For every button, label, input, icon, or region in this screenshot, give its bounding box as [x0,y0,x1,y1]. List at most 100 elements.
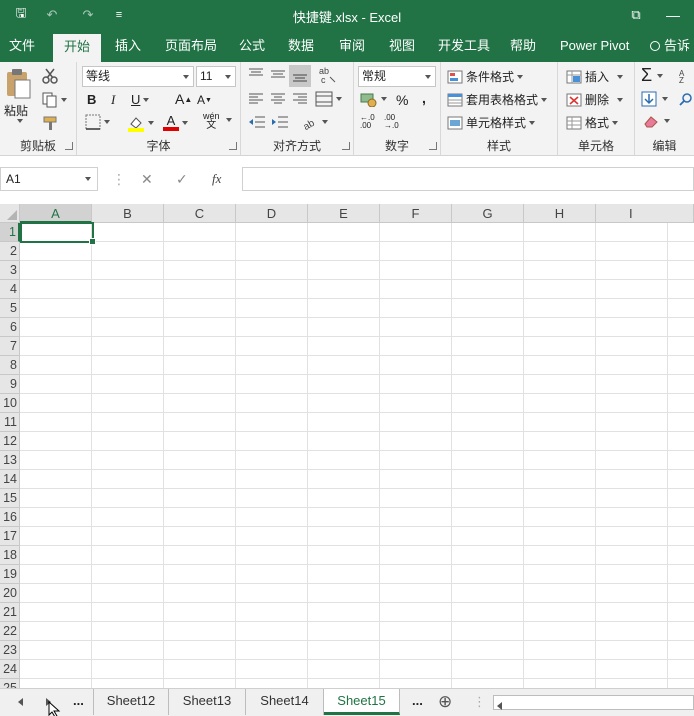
row-header[interactable]: 21 [0,603,20,622]
row-header[interactable]: 5 [0,299,20,318]
phonetic-button[interactable]: wén 文 [203,112,220,131]
more-sheets-right[interactable]: ... [412,693,423,708]
worksheet-grid[interactable]: A B C D E F G H I 1 2 3 4 5 6 7 8 9 10 1… [0,204,694,688]
clear-button[interactable] [643,114,670,128]
row-header[interactable]: 1 [0,223,20,242]
cut-icon[interactable] [42,68,58,84]
bold-button[interactable]: B [87,92,96,107]
fill-color-button[interactable] [127,114,154,132]
row-header[interactable]: 25 [0,679,20,688]
sheet-tab[interactable]: Sheet14 [246,689,324,715]
column-header-c[interactable]: C [164,204,236,223]
align-left-icon[interactable] [248,92,264,106]
column-header-f[interactable]: F [380,204,452,223]
row-header[interactable]: 22 [0,622,20,641]
tab-power-pivot[interactable]: Power Pivot [560,30,629,62]
align-center-icon[interactable] [270,92,286,106]
shrink-font-button[interactable]: A ▼ [197,93,212,107]
tab-help[interactable]: 帮助 [510,30,536,62]
cancel-entry-icon[interactable]: ✕ [141,171,153,188]
row-header[interactable]: 9 [0,375,20,394]
increase-decimal-button[interactable]: ←.0 .00 [360,114,382,130]
row-header[interactable]: 6 [0,318,20,337]
insert-cells-button[interactable]: 插入 [566,68,624,85]
row-header[interactable]: 11 [0,413,20,432]
clipboard-launcher[interactable] [65,142,73,150]
row-header[interactable]: 15 [0,489,20,508]
delete-cells-button[interactable]: 删除 [566,91,624,108]
row-header[interactable]: 23 [0,641,20,660]
row-header[interactable]: 10 [0,394,20,413]
row-header[interactable]: 13 [0,451,20,470]
number-launcher[interactable] [429,142,437,150]
format-cells-button[interactable]: 格式 [566,114,619,131]
add-sheet-icon[interactable]: ⊕ [438,692,452,712]
row-header[interactable]: 17 [0,527,20,546]
row-header[interactable]: 8 [0,356,20,375]
formula-input[interactable] [242,167,694,191]
orientation-icon[interactable]: ab c [317,65,337,85]
minimize-icon[interactable]: — [664,6,682,24]
row-header[interactable]: 4 [0,280,20,299]
align-right-icon[interactable] [292,92,308,106]
column-header-i[interactable]: I [596,204,694,223]
select-all-corner[interactable] [0,204,20,223]
font-size-combo[interactable]: 11 [196,66,236,87]
paste-label[interactable]: 粘贴 [4,102,28,119]
row-header[interactable]: 7 [0,337,20,356]
decrease-decimal-button[interactable]: .00 →.0 [384,114,406,130]
align-top-icon[interactable] [248,67,264,81]
sheet-tab-active[interactable]: Sheet15 [324,689,400,715]
font-name-combo[interactable]: 等线 [82,66,194,87]
column-header-a[interactable]: A [20,204,92,223]
increase-indent-icon[interactable] [271,115,289,129]
copy-icon[interactable] [42,92,67,108]
insert-function-icon[interactable]: fx [212,171,221,187]
row-header[interactable]: 18 [0,546,20,565]
paste-dropdown[interactable] [14,119,23,123]
confirm-entry-icon[interactable]: ✓ [176,171,188,188]
italic-button[interactable]: I [111,92,115,108]
row-header[interactable]: 16 [0,508,20,527]
column-header-b[interactable]: B [92,204,164,223]
phonetic-dropdown[interactable] [223,118,232,122]
grow-font-button[interactable]: A ▲ [175,91,192,107]
row-header[interactable]: 2 [0,242,20,261]
horizontal-scrollbar[interactable] [493,695,694,710]
decrease-indent-icon[interactable] [248,115,266,129]
cell-styles-button[interactable]: 单元格样式 [447,114,536,131]
ribbon-display-icon[interactable]: ⧉ [626,6,646,24]
tab-page-layout[interactable]: 页面布局 [165,30,217,62]
tab-formulas[interactable]: 公式 [239,30,265,62]
percent-button[interactable]: % [396,92,408,108]
row-header[interactable]: 12 [0,432,20,451]
cell-area[interactable] [20,223,694,688]
fill-button[interactable] [641,91,668,107]
tab-home[interactable]: 开始 [53,34,101,62]
format-painter-icon[interactable] [42,115,58,131]
alignment-launcher[interactable] [342,142,350,150]
borders-button[interactable] [85,114,110,130]
sheet-tab[interactable]: Sheet12 [93,689,169,715]
underline-button[interactable]: U [131,92,150,107]
format-as-table-button[interactable]: 套用表格格式 [447,91,548,108]
row-header[interactable]: 14 [0,470,20,489]
prev-sheet-icon[interactable] [18,698,24,706]
row-header[interactable]: 24 [0,660,20,679]
tab-view[interactable]: 视图 [389,30,415,62]
paste-button[interactable] [4,68,32,100]
font-launcher[interactable] [229,142,237,150]
merge-center-icon[interactable] [315,91,342,107]
active-cell-a1[interactable] [20,222,96,245]
column-header-h[interactable]: H [524,204,596,223]
tell-me-search[interactable]: 告诉 [650,30,690,62]
conditional-formatting-button[interactable]: 条件格式 [447,68,524,85]
autosum-button[interactable]: Σ [641,65,664,86]
tab-split-grip-icon[interactable]: ⋮ [473,694,486,710]
align-bottom-icon[interactable] [289,65,311,87]
font-color-button[interactable]: A [163,114,188,131]
align-middle-icon[interactable] [270,67,286,81]
tab-insert[interactable]: 插入 [115,30,141,62]
row-header[interactable]: 20 [0,584,20,603]
comma-button[interactable]: , [422,90,426,106]
